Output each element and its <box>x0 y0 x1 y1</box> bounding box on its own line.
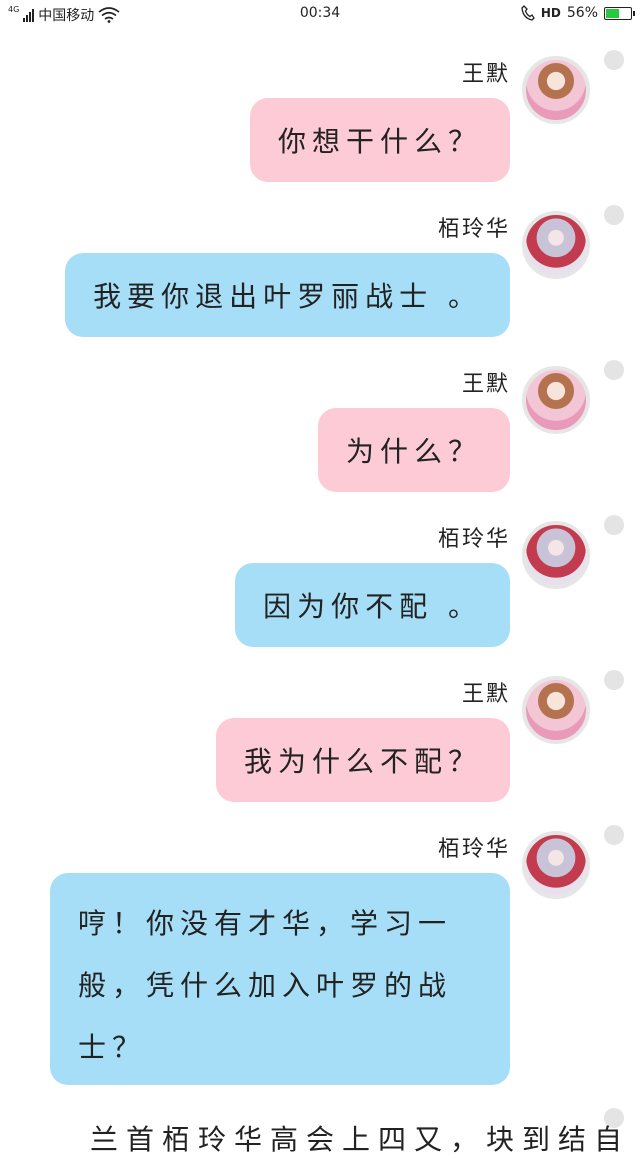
status-right: HD 56% <box>521 5 635 21</box>
message-bubble[interactable]: 为什么？ <box>317 408 510 492</box>
sender-name: 栢玲华 <box>437 837 510 862</box>
select-checkbox[interactable] <box>604 670 624 690</box>
select-checkbox[interactable] <box>604 515 624 535</box>
avatar[interactable] <box>522 676 590 744</box>
avatar[interactable] <box>522 366 590 434</box>
message-line: 哼！你没有才华，学习一 <box>78 907 453 940</box>
battery-icon <box>604 6 635 20</box>
message-text: 哼！你没有才华，学习一 般，凭什么加入叶罗的战 士？ <box>78 893 452 1079</box>
avatar[interactable] <box>522 521 590 589</box>
message-bubble[interactable]: 我要你退出叶罗丽战士 。 <box>65 253 510 337</box>
select-checkbox[interactable] <box>604 360 624 380</box>
sender-name: 王默 <box>461 372 510 397</box>
select-checkbox[interactable] <box>604 50 624 70</box>
message-line: 般，凭什么加入叶罗的战 <box>78 969 453 1002</box>
sender-name: 王默 <box>461 682 510 707</box>
sender-name: 栢玲华 <box>437 217 510 242</box>
message-bubble[interactable]: 我为什么不配？ <box>215 718 510 802</box>
battery-fill <box>606 8 619 18</box>
partial-message-text: 兰首栢玲华高会上四又，块到结自 <box>90 1123 631 1156</box>
avatar[interactable] <box>522 56 590 124</box>
select-checkbox[interactable] <box>604 825 624 845</box>
message-bubble[interactable]: 哼！你没有才华，学习一 般，凭什么加入叶罗的战 士？ <box>50 873 510 1085</box>
message-line: 士？ <box>78 1031 147 1064</box>
avatar[interactable] <box>522 831 590 899</box>
message-bubble[interactable]: 因为你不配 。 <box>235 563 510 647</box>
sender-name: 栢玲华 <box>437 527 510 552</box>
avatar[interactable] <box>522 211 590 279</box>
select-checkbox[interactable] <box>604 205 624 225</box>
battery-percent: 56% <box>566 5 598 21</box>
status-bar: 4G 中国移动 00:34 HD 56% <box>0 0 640 30</box>
hd-label: HD <box>540 6 561 20</box>
message-bubble[interactable]: 你想干什么？ <box>249 98 510 182</box>
sender-name: 王默 <box>461 62 510 87</box>
phone-icon <box>521 5 535 21</box>
